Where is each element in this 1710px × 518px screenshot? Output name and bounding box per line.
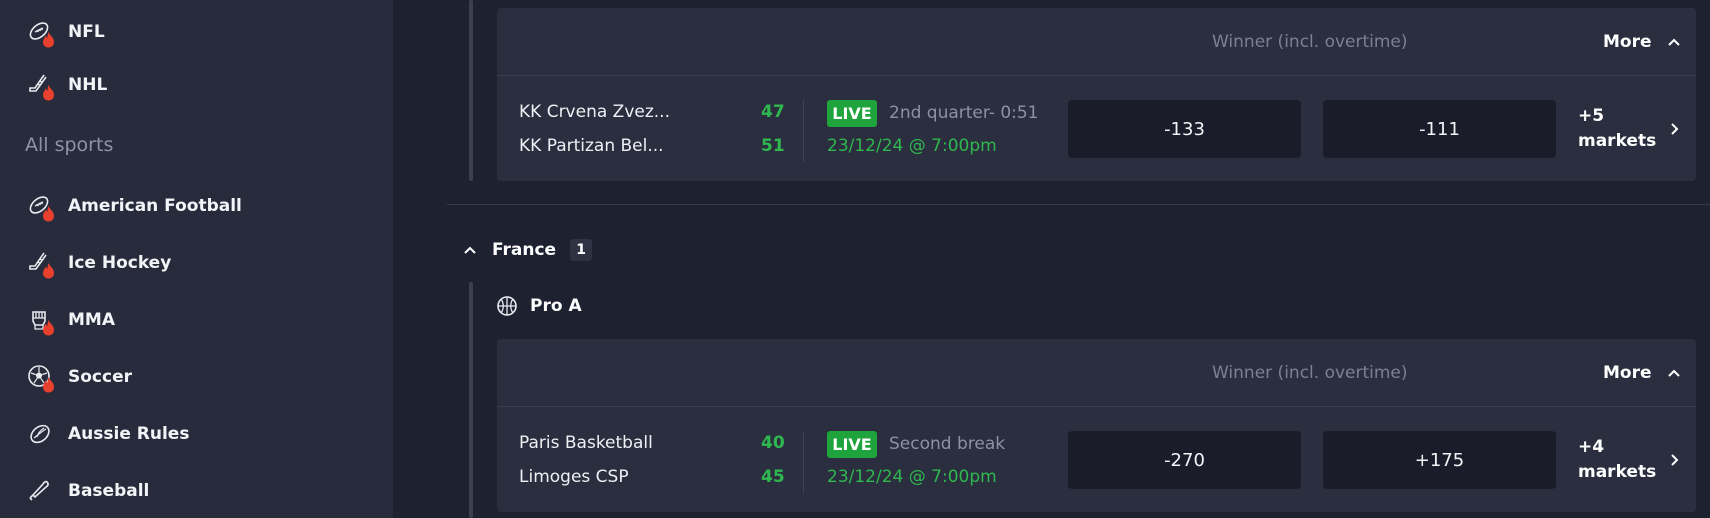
market-title: Winner (incl. overtime) [1212,363,1408,383]
glove-icon [24,304,56,336]
fire-icon [43,206,54,222]
sidebar-item-ice-hockey[interactable]: Ice Hockey [24,243,364,283]
markets-label: markets [1578,131,1657,151]
sidebar-item-label: American Football [68,196,242,216]
chevron-up-icon [1667,369,1680,377]
team-home-name[interactable]: Paris Basketball [519,433,653,453]
league-name: Pro A [530,296,582,316]
sidebar-item-soccer[interactable]: Soccer [24,357,364,397]
sidebar-item-label: Baseball [68,481,150,501]
team-away-score: 51 [761,136,785,156]
chevron-right-icon [1671,123,1679,135]
sidebar-item-label: NHL [68,75,108,95]
more-button[interactable]: More [1603,359,1682,387]
soccer-ball-icon [24,361,56,393]
more-label: More [1603,363,1652,383]
divider [803,100,804,162]
team-home-score: 47 [761,102,785,122]
section-divider [447,204,1710,205]
country-event-count: 1 [570,239,593,261]
hockey-stick-icon [24,247,56,279]
more-markets-link[interactable]: +4 markets [1578,435,1688,485]
markets-count: +5 [1578,106,1605,126]
fire-icon [43,377,54,393]
aussie-ball-icon [24,418,56,450]
football-icon [24,190,56,222]
sidebar-item-label: Soccer [68,367,132,387]
event-card: Winner (incl. overtime) More Paris Baske… [497,339,1696,512]
event-card: Winner (incl. overtime) More KK Crvena Z… [497,8,1696,181]
sidebar-item-label: MMA [68,310,115,330]
odds-button-home[interactable]: -133 [1068,100,1301,158]
chevron-up-icon [1667,38,1680,46]
match-status: Second break [889,434,1006,454]
odds-button-home[interactable]: -270 [1068,431,1301,489]
fire-icon [43,263,54,279]
team-home-score: 40 [761,433,785,453]
markets-count: +4 [1578,437,1605,457]
more-button[interactable]: More [1603,28,1682,56]
markets-label: markets [1578,462,1657,482]
fire-icon [43,32,54,48]
fire-icon [43,85,54,101]
team-home-name[interactable]: KK Crvena Zvez... [519,102,670,122]
country-name: France [492,240,557,260]
sidebar-item-label: NFL [68,22,105,42]
sidebar-item-mma[interactable]: MMA [24,300,364,340]
hockey-stick-icon [24,69,56,101]
basketball-icon [497,296,517,316]
odds-button-away[interactable]: +175 [1323,431,1556,489]
baseball-bat-icon [24,475,56,507]
match-date: 23/12/24 @ 7:00pm [827,136,997,156]
match-date: 23/12/24 @ 7:00pm [827,467,997,487]
market-title: Winner (incl. overtime) [1212,32,1408,52]
event-card-header: Winner (incl. overtime) More [497,8,1696,76]
team-away-name[interactable]: KK Partizan Bel... [519,136,664,156]
more-label: More [1603,32,1652,52]
football-icon [24,16,56,48]
sidebar-item-nfl[interactable]: NFL [24,12,364,52]
team-away-score: 45 [761,467,785,487]
sidebar-item-label: Aussie Rules [68,424,190,444]
divider [803,431,804,493]
fire-icon [43,320,54,336]
league-header: Pro A [496,292,582,320]
all-sports-heading: All sports [25,134,114,156]
group-indicator-line [469,282,473,518]
live-badge: LIVE [827,431,877,458]
team-away-name[interactable]: Limoges CSP [519,467,629,487]
event-card-header: Winner (incl. overtime) More [497,339,1696,407]
sports-sidebar: NFL NHL All sports American Football Ice… [0,0,393,518]
sidebar-item-baseball[interactable]: Baseball [24,471,364,511]
match-status: 2nd quarter- 0:51 [889,103,1039,123]
chevron-right-icon [1671,454,1679,466]
live-badge: LIVE [827,100,877,127]
odds-button-away[interactable]: -111 [1323,100,1556,158]
group-indicator-line [469,0,473,181]
sidebar-item-nhl[interactable]: NHL [24,65,364,105]
more-markets-link[interactable]: +5 markets [1578,104,1688,154]
sidebar-item-american-football[interactable]: American Football [24,186,364,226]
sidebar-item-label: Ice Hockey [68,253,172,273]
sidebar-item-aussie-rules[interactable]: Aussie Rules [24,414,364,454]
chevron-up-icon [464,246,476,254]
country-header-france[interactable]: France 1 [462,236,593,264]
